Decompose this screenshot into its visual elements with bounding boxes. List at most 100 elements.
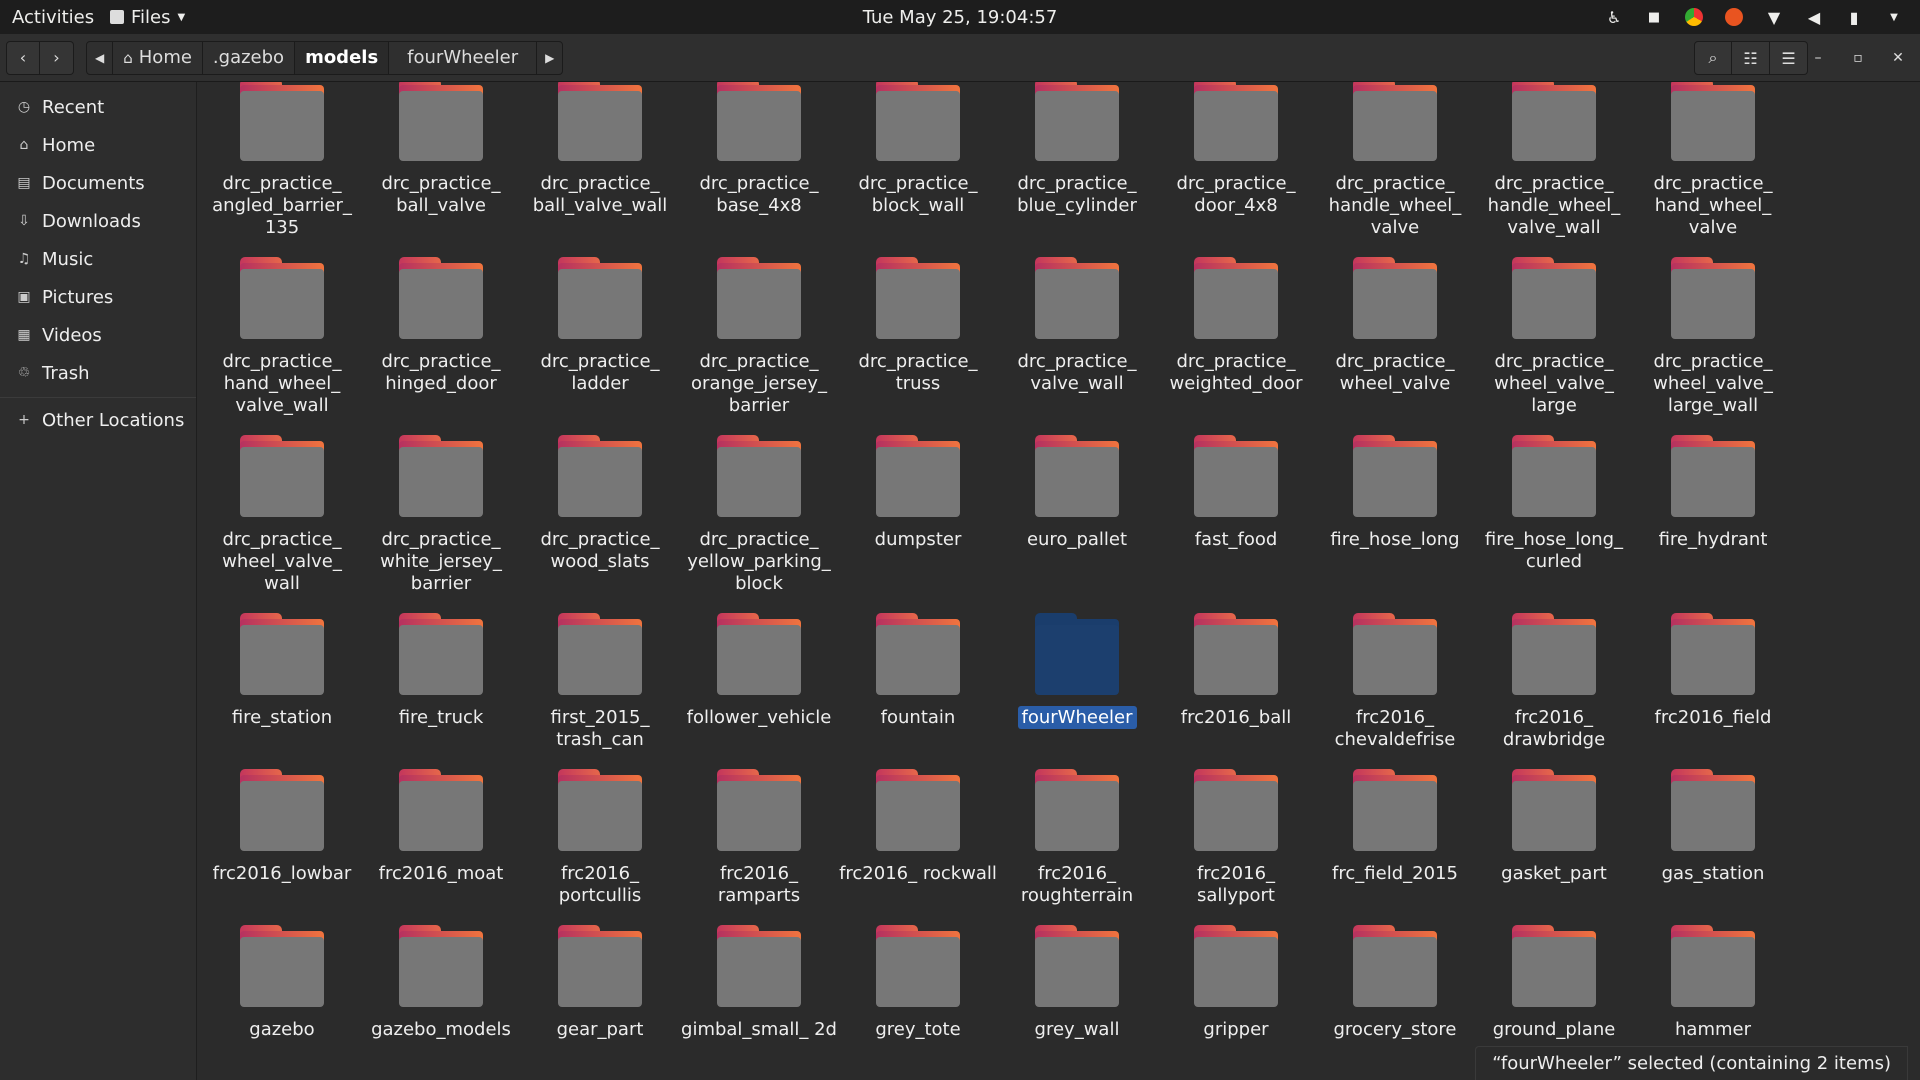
chevron-down-icon[interactable]: ▼ bbox=[1884, 7, 1904, 27]
folder-item[interactable]: drc_practice_ white_jersey_ barrier bbox=[362, 435, 520, 595]
folder-item[interactable]: fountain bbox=[839, 613, 997, 729]
breadcrumb-gazebo[interactable]: .gazebo bbox=[203, 41, 296, 74]
folder-item[interactable]: drc_practice_ ladder bbox=[521, 257, 679, 395]
folder-item[interactable]: frc2016_ portcullis bbox=[521, 769, 679, 907]
back-button[interactable]: ‹ bbox=[6, 40, 40, 75]
files-app-icon bbox=[110, 10, 124, 24]
sidebar-item-other-locations[interactable]: + Other Locations bbox=[0, 401, 196, 439]
folder-item[interactable]: frc2016_field bbox=[1634, 613, 1792, 729]
view-toggle-button[interactable]: ☷ bbox=[1732, 41, 1770, 75]
folder-icon bbox=[717, 435, 801, 517]
folder-item[interactable]: frc_field_2015 bbox=[1316, 769, 1474, 885]
sidebar-item-documents[interactable]: ▤ Documents bbox=[0, 164, 196, 202]
folder-item[interactable]: drc_practice_ wheel_valve_ large_wall bbox=[1634, 257, 1792, 417]
folder-item[interactable]: drc_practice_ ball_valve_wall bbox=[521, 82, 679, 217]
folder-item[interactable]: euro_pallet bbox=[998, 435, 1156, 551]
folder-item[interactable]: fire_truck bbox=[362, 613, 520, 729]
folder-item[interactable]: drc_practice_ wheel_valve_ large bbox=[1475, 257, 1633, 417]
menu-button[interactable]: ☰ bbox=[1770, 41, 1808, 75]
folder-item[interactable]: drc_practice_ angled_barrier_ 135 bbox=[203, 82, 361, 239]
folder-item[interactable]: drc_practice_ wood_slats bbox=[521, 435, 679, 573]
minimize-button[interactable]: – bbox=[1806, 41, 1830, 75]
folder-item[interactable]: gas_station bbox=[1634, 769, 1792, 885]
folder-item[interactable]: gear_part bbox=[521, 925, 679, 1041]
folder-label: frc2016_ ramparts bbox=[717, 863, 801, 906]
discord-icon[interactable]: ■ bbox=[1644, 7, 1664, 27]
sidebar-item-downloads[interactable]: ⇩ Downloads bbox=[0, 202, 196, 240]
folder-item[interactable]: drc_practice_ yellow_parking_ block bbox=[680, 435, 838, 595]
folder-item[interactable]: frc2016_ sallyport bbox=[1157, 769, 1315, 907]
folder-item[interactable]: drc_practice_ truss bbox=[839, 257, 997, 395]
maximize-button[interactable]: ▫ bbox=[1846, 41, 1870, 75]
folder-item[interactable]: drc_practice_ handle_wheel_ valve_wall bbox=[1475, 82, 1633, 239]
search-button[interactable]: ⌕ bbox=[1694, 41, 1732, 75]
breadcrumb-fourwheeler[interactable]: fourWheeler bbox=[389, 41, 538, 74]
folder-item[interactable]: gazebo_models bbox=[362, 925, 520, 1041]
volume-icon[interactable]: ◀ bbox=[1804, 7, 1824, 27]
folder-item[interactable]: drc_practice_ wheel_valve bbox=[1316, 257, 1474, 395]
sidebar-item-videos[interactable]: ▦ Videos bbox=[0, 316, 196, 354]
folder-item[interactable]: drc_practice_ blue_cylinder bbox=[998, 82, 1156, 217]
folder-item[interactable]: grocery_store bbox=[1316, 925, 1474, 1041]
folder-item[interactable]: dumpster bbox=[839, 435, 997, 551]
accessibility-icon[interactable]: ♿︎ bbox=[1604, 7, 1624, 27]
sidebar-item-trash[interactable]: ♲ Trash bbox=[0, 354, 196, 392]
sidebar-item-pictures[interactable]: ▣ Pictures bbox=[0, 278, 196, 316]
folder-item[interactable]: frc2016_ ramparts bbox=[680, 769, 838, 907]
battery-icon[interactable]: ▮ bbox=[1844, 7, 1864, 27]
wifi-icon[interactable]: ▼ bbox=[1764, 7, 1784, 27]
folder-item[interactable]: fire_station bbox=[203, 613, 361, 729]
folder-item[interactable]: gripper bbox=[1157, 925, 1315, 1041]
folder-item[interactable]: drc_practice_ ball_valve bbox=[362, 82, 520, 217]
sidebar-item-music[interactable]: ♫ Music bbox=[0, 240, 196, 278]
folder-item[interactable]: fire_hose_long_ curled bbox=[1475, 435, 1633, 573]
folder-item[interactable]: frc2016_lowbar bbox=[203, 769, 361, 885]
folder-item[interactable]: ground_plane bbox=[1475, 925, 1633, 1041]
folder-item[interactable]: drc_practice_ valve_wall bbox=[998, 257, 1156, 395]
app-menu[interactable]: Files ▼ bbox=[110, 7, 185, 28]
folder-item[interactable]: drc_practice_ base_4x8 bbox=[680, 82, 838, 217]
folder-item[interactable]: frc2016_ rockwall bbox=[839, 769, 997, 885]
folder-item[interactable]: fourWheeler bbox=[998, 613, 1156, 729]
folder-item[interactable]: frc2016_ball bbox=[1157, 613, 1315, 729]
breadcrumb-models[interactable]: models bbox=[295, 41, 390, 74]
folder-item[interactable]: fast_food bbox=[1157, 435, 1315, 551]
folder-item[interactable]: gasket_part bbox=[1475, 769, 1633, 885]
chrome-icon[interactable] bbox=[1684, 7, 1704, 27]
folder-item[interactable]: fire_hydrant bbox=[1634, 435, 1792, 551]
folder-item[interactable]: fire_hose_long bbox=[1316, 435, 1474, 551]
activities-button[interactable]: Activities bbox=[0, 7, 110, 28]
breadcrumb-home[interactable]: ⌂ Home bbox=[113, 41, 203, 74]
sidebar-item-recent[interactable]: ◷ Recent bbox=[0, 88, 196, 126]
folder-item[interactable]: first_2015_ trash_can bbox=[521, 613, 679, 751]
folder-label: first_2015_ trash_can bbox=[550, 707, 650, 750]
folder-item[interactable]: drc_practice_ block_wall bbox=[839, 82, 997, 217]
folder-item[interactable]: drc_practice_ handle_wheel_ valve bbox=[1316, 82, 1474, 239]
folder-icon bbox=[1512, 435, 1596, 517]
sidebar: ◷ Recent ⌂ Home ▤ Documents ⇩ Downloads ♫ Mus… bbox=[0, 82, 197, 1080]
folder-item[interactable]: hammer bbox=[1634, 925, 1792, 1041]
forward-button[interactable]: › bbox=[40, 40, 74, 75]
sidebar-item-home[interactable]: ⌂ Home bbox=[0, 126, 196, 164]
folder-item[interactable]: drc_practice_ door_4x8 bbox=[1157, 82, 1315, 217]
folder-item[interactable]: frc2016_moat bbox=[362, 769, 520, 885]
folder-item[interactable]: grey_wall bbox=[998, 925, 1156, 1041]
folder-item[interactable]: gimbal_small_ 2d bbox=[680, 925, 838, 1041]
path-scroll-right-button[interactable]: ▶ bbox=[537, 42, 562, 74]
path-scroll-left-button[interactable]: ◀ bbox=[87, 41, 114, 74]
folder-item[interactable]: drc_practice_ orange_jersey_ barrier bbox=[680, 257, 838, 417]
folder-item[interactable]: follower_vehicle bbox=[680, 613, 838, 729]
close-button[interactable]: ✕ bbox=[1886, 41, 1910, 75]
folder-item[interactable]: drc_practice_ weighted_door bbox=[1157, 257, 1315, 395]
folder-item[interactable]: gazebo bbox=[203, 925, 361, 1041]
ubuntu-update-icon[interactable] bbox=[1724, 7, 1744, 27]
folder-icon bbox=[1194, 925, 1278, 1007]
folder-item[interactable]: drc_practice_ hand_wheel_ valve bbox=[1634, 82, 1792, 239]
folder-item[interactable]: grey_tote bbox=[839, 925, 997, 1041]
folder-item[interactable]: frc2016_ roughterrain bbox=[998, 769, 1156, 907]
folder-item[interactable]: drc_practice_ hinged_door bbox=[362, 257, 520, 395]
folder-item[interactable]: drc_practice_ hand_wheel_ valve_wall bbox=[203, 257, 361, 417]
folder-item[interactable]: drc_practice_ wheel_valve_ wall bbox=[203, 435, 361, 595]
folder-item[interactable]: frc2016_ drawbridge bbox=[1475, 613, 1633, 751]
folder-item[interactable]: frc2016_ chevaldefrise bbox=[1316, 613, 1474, 751]
